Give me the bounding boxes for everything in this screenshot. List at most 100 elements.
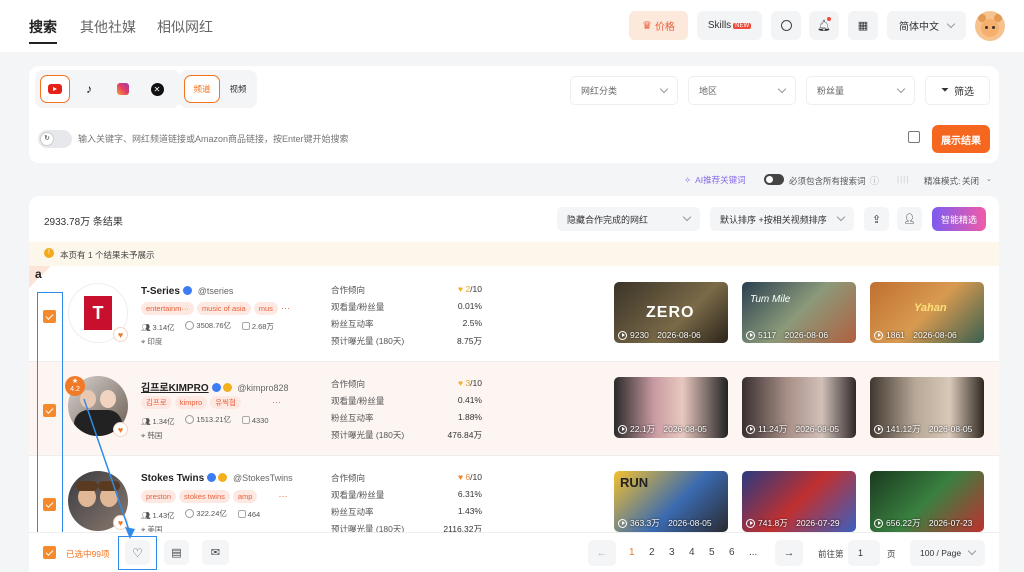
avatar[interactable]	[975, 11, 1005, 41]
page-1[interactable]: 1	[629, 547, 635, 558]
row-checkbox-3[interactable]	[43, 498, 56, 511]
stats-row: 👥︎ 1.34亿 1513.21亿 4330	[141, 415, 269, 426]
must-include-toggle[interactable]	[764, 174, 784, 185]
followers-filter[interactable]: 粉丝量	[806, 76, 915, 105]
smart-select-button[interactable]: 智能精选	[932, 207, 986, 231]
chevron-down-icon	[777, 84, 787, 93]
chat-button[interactable]	[771, 11, 801, 40]
influencer-name[interactable]: Stokes Twins @StokesTwins	[141, 473, 293, 484]
videos-icon	[237, 510, 246, 518]
platform-youtube[interactable]	[40, 75, 70, 103]
tag[interactable]: kimpro	[174, 396, 208, 409]
export-button[interactable]: ⇪	[864, 207, 889, 231]
more-tags-icon[interactable]: ···	[278, 491, 287, 501]
tag[interactable]: entertainm···	[141, 302, 194, 315]
refresh-icon: ↻	[40, 132, 54, 146]
video-thumbnail[interactable]: 741.8万 2026-07-29	[742, 471, 856, 532]
content-type-video[interactable]: 视频	[222, 75, 254, 103]
more-tags-icon[interactable]: ···	[281, 303, 290, 313]
influencer-name[interactable]: 김프로KIMPRO @kimpro828	[141, 379, 289, 394]
page-4[interactable]: 4	[689, 547, 695, 558]
help-icon[interactable]: ⓘ	[870, 174, 879, 187]
crown-icon: ♛	[642, 20, 652, 32]
prev-page-button[interactable]: ←	[588, 540, 616, 566]
select-all-checkbox[interactable]	[43, 546, 56, 559]
upload-icon: ⇪	[871, 213, 882, 226]
play-icon	[874, 330, 883, 340]
sparkle-icon: ✧	[684, 174, 692, 185]
row-checkbox-1[interactable]	[43, 310, 56, 323]
play-icon	[874, 518, 883, 528]
tab-search[interactable]: 搜索	[29, 17, 57, 37]
tag[interactable]: stokes twins	[179, 490, 230, 503]
chevron-down-icon	[682, 212, 692, 222]
tag[interactable]: 유씩협	[210, 396, 241, 409]
search-input[interactable]	[78, 128, 878, 150]
skills-button[interactable]: Skills NEW	[697, 11, 762, 40]
next-page-button[interactable]: →	[775, 540, 803, 566]
platform-x[interactable]: ✕	[142, 75, 172, 103]
metric-label: 粉丝互动率	[331, 319, 374, 329]
video-thumbnail[interactable]: 141.12万 2026-08-05	[870, 377, 984, 438]
metric-label: 粉丝互动率	[331, 507, 374, 517]
platform-tiktok[interactable]: ♪	[74, 75, 104, 103]
star-icon: ★	[71, 378, 79, 385]
active-tab-indicator	[29, 42, 57, 44]
tag-list: 김프로 kimpro 유씩협 ···	[141, 396, 281, 409]
note-button[interactable]: ▤	[164, 540, 189, 565]
category-filter[interactable]: 网红分类	[570, 76, 678, 105]
page-2[interactable]: 2	[649, 547, 655, 558]
view-ratio: 0.41%	[457, 395, 482, 405]
filter-button[interactable]: ⏷ 筛选	[925, 76, 990, 105]
tag[interactable]: amp	[232, 490, 258, 503]
apps-button[interactable]: ▦	[848, 11, 878, 40]
row-checkbox-2[interactable]	[43, 404, 56, 417]
show-results-button[interactable]: 展示结果	[932, 125, 990, 153]
per-page-select[interactable]: 100 / Page	[910, 540, 985, 566]
tag[interactable]: mus	[253, 302, 278, 315]
region-filter[interactable]: 地区	[688, 76, 796, 105]
tag[interactable]: 김프로	[141, 396, 172, 409]
price-button[interactable]: ♛ 价格	[629, 11, 688, 40]
goto-page-input[interactable]: 1	[848, 540, 880, 566]
video-thumbnail[interactable]: 11.24万 2026-08-05	[742, 377, 856, 438]
page-3[interactable]: 3	[669, 547, 675, 558]
page-ellipsis[interactable]: ...	[749, 547, 757, 558]
video-thumbnail[interactable]: ZERO 9230 2026-08-06	[614, 282, 728, 343]
video-thumbnail[interactable]: 656.22万 2026-07-23	[870, 471, 984, 532]
tab-other-social[interactable]: 其他社媒	[80, 17, 136, 37]
video-thumbnail[interactable]: 22.1万 2026-08-05	[614, 377, 728, 438]
video-thumbnail[interactable]: Tum Mile 5117 2026-08-06	[742, 282, 856, 343]
email-button[interactable]: ✉	[202, 540, 229, 565]
tag[interactable]: music of asia	[196, 302, 251, 315]
tiktok-icon: ♪	[86, 82, 92, 96]
price-label: 价格	[654, 22, 675, 33]
favorite-icon[interactable]: ♥	[113, 327, 128, 342]
language-select[interactable]: 简体中文	[887, 11, 966, 40]
play-icon	[618, 424, 627, 434]
page-5[interactable]: 5	[709, 547, 715, 558]
notification-button[interactable]: 🔔︎	[809, 11, 839, 40]
tag[interactable]: preston	[141, 490, 177, 503]
more-tags-icon[interactable]: ···	[272, 397, 281, 407]
page-6[interactable]: 6	[729, 547, 735, 558]
save-icon[interactable]	[908, 131, 920, 143]
play-icon	[746, 518, 755, 528]
video-thumbnail[interactable]: RUN 363.3万 2026-08-05	[614, 471, 728, 532]
precise-mode-value[interactable]: 关闭	[962, 175, 979, 187]
tag-list: entertainm··· music of asia mus ···	[141, 302, 290, 315]
content-type-channel[interactable]: 频道	[184, 75, 220, 103]
chevron-down-icon	[946, 19, 956, 28]
ai-keywords-link[interactable]: ✧ AI推荐关键词	[684, 174, 746, 186]
video-thumbnail[interactable]: Yahan 1861 2026-08-06	[870, 282, 984, 343]
influencer-name[interactable]: T-Series @tseries	[141, 286, 233, 297]
youtube-icon	[48, 84, 62, 94]
sort-select[interactable]: 默认排序 +按相关视频排序	[710, 207, 854, 231]
tab-similar-influencers[interactable]: 相似网红	[157, 17, 213, 37]
search-mode-toggle[interactable]: ↻	[38, 130, 72, 148]
mail-icon: ✉	[210, 547, 221, 559]
hide-completed-select[interactable]: 隐藏合作完成的网红	[557, 207, 700, 231]
platform-instagram[interactable]	[108, 75, 138, 103]
info-icon: !	[44, 248, 54, 258]
add-user-button[interactable]: 👤︎	[897, 207, 922, 231]
